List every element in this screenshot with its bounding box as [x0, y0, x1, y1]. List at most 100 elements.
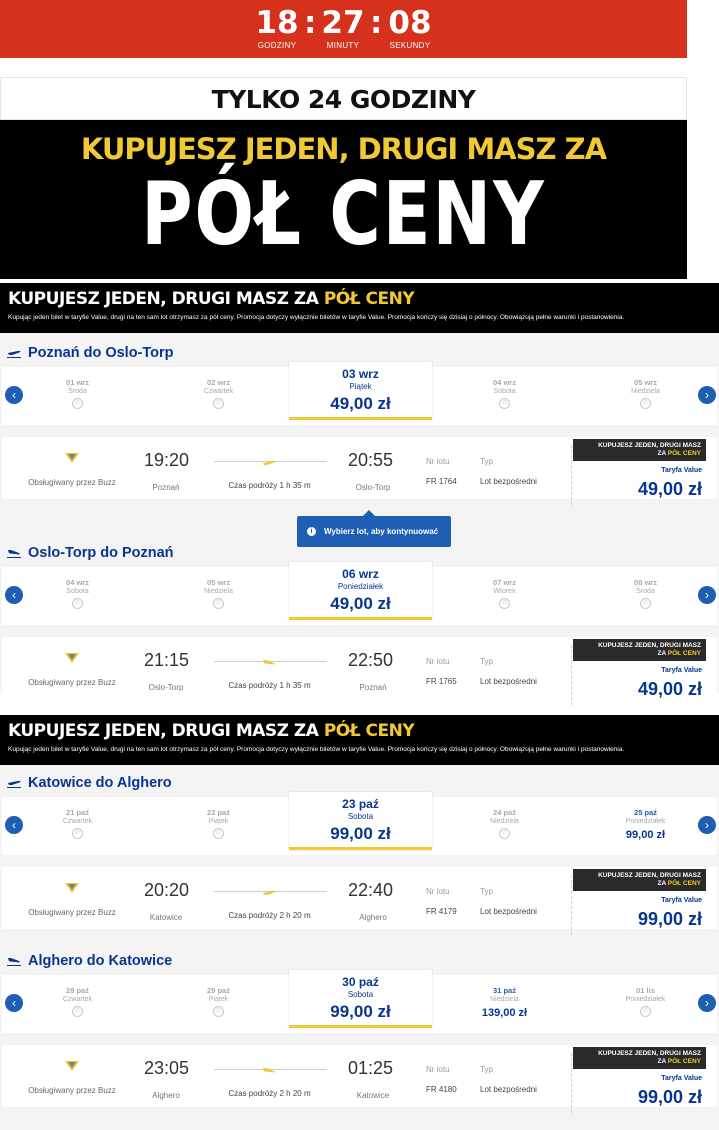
countdown-timer: 18 GODZINY : 27 MINUTY : 08 SEKUNDY — [0, 0, 687, 58]
badge-line-2: ZA PÓŁ CENY — [573, 880, 701, 888]
date-label: 01 wrz — [66, 378, 89, 387]
promo-headline: TYLKO 24 GODZINY — [0, 77, 687, 120]
half-price-badge: KUPUJESZ JEDEN, DRUGI MASZ ZA PÓŁ CENY — [573, 639, 706, 661]
flight-duration: Czas podróży 1 h 35 m — [228, 681, 311, 690]
arrival-time: 01:25 — [348, 1058, 394, 1078]
flight-type: Lot bezpośredni — [480, 477, 537, 486]
weekday-label: Niedziela — [490, 818, 519, 825]
date-cell[interactable]: 06 wrz Poniedziałek 49,00 zł — [289, 562, 432, 620]
date-label: 05 wrz — [207, 578, 230, 587]
flight-card[interactable]: Obsługiwany przez Buzz 23:05 Alghero Czas p… — [2, 1045, 717, 1113]
badge-za: ZA — [657, 880, 666, 887]
date-label: 01 lis — [636, 986, 655, 995]
weekday-label: Piątek — [349, 382, 372, 391]
promo-half-price: PÓŁ CENY — [141, 162, 546, 266]
no-flight-icon: ∅ — [499, 398, 510, 409]
route-title: Katowice do Alghero — [28, 775, 172, 791]
weekday-label: Piątek — [208, 996, 229, 1003]
flight-card[interactable]: Obsługiwany przez Buzz 20:20 Katowice Czas … — [2, 867, 717, 935]
date-label: 04 wrz — [493, 378, 516, 387]
date-cell[interactable]: 24 paź Niedziela ∅ — [434, 797, 575, 855]
no-flight-icon: ∅ — [213, 598, 224, 609]
flight-number: FR 4179 — [426, 907, 457, 916]
fare-price[interactable]: 99,00 zł — [638, 909, 702, 930]
weekday-label: Środa — [636, 588, 655, 595]
half-price-badge: KUPUJESZ JEDEN, DRUGI MASZ ZA PÓŁ CENY — [573, 439, 706, 461]
fare-price[interactable]: 99,00 zł — [638, 1087, 702, 1108]
fare-type: Taryfa Value — [661, 897, 702, 904]
countdown-hours: 18 GODZINY — [253, 6, 301, 50]
countdown-seconds: 08 SEKUNDY — [386, 6, 434, 50]
fare-price[interactable]: 49,00 zł — [638, 679, 702, 700]
date-cell[interactable]: 01 lis Poniedziałek ∅ — [575, 975, 716, 1033]
flight-card[interactable]: Obsługiwany przez Buzz 19:20 Poznań Czas po… — [2, 437, 717, 505]
date-price: 49,00 zł — [330, 594, 391, 613]
date-label: 07 wrz — [493, 578, 516, 587]
card-divider — [571, 1053, 572, 1113]
badge-za: ZA — [657, 1058, 666, 1065]
next-dates-button[interactable]: › — [698, 994, 716, 1012]
badge-za: ZA — [657, 650, 666, 657]
departure-time: 21:15 — [144, 650, 190, 670]
date-price: 99,00 zł — [625, 829, 666, 841]
arrival-plane-icon — [6, 547, 22, 559]
badge-line-2: ZA PÓŁ CENY — [573, 1058, 701, 1066]
date-cell[interactable]: 28 paź Czwartek ∅ — [7, 975, 148, 1033]
date-cell[interactable]: 03 wrz Piątek 49,00 zł — [289, 362, 432, 420]
weekday-label: Niedziela — [204, 588, 233, 595]
banner-title-text: KUPUJESZ JEDEN, DRUGI MASZ ZA — [8, 721, 319, 741]
date-cell[interactable]: 08 wrz Środa ∅ — [575, 567, 716, 625]
flight-plane-icon — [261, 655, 277, 667]
date-cell[interactable]: 21 paź Czwartek ∅ — [7, 797, 148, 855]
arrival-plane-icon — [6, 955, 22, 967]
airline-logo-icon — [64, 651, 80, 663]
date-label: 25 paź — [634, 808, 657, 817]
fare-price[interactable]: 49,00 zł — [638, 479, 702, 500]
departure-plane-icon — [6, 777, 22, 789]
next-dates-button[interactable]: › — [698, 586, 716, 604]
date-cell[interactable]: 25 paź Poniedziałek 99,00 zł — [575, 797, 716, 855]
date-cell[interactable]: 01 wrz Środa ∅ — [7, 367, 148, 425]
date-cell[interactable]: 30 paź Sobota 99,00 zł — [289, 970, 432, 1028]
date-label: 28 paź — [66, 986, 89, 995]
departure-time: 19:20 — [144, 450, 190, 470]
date-cell[interactable]: 05 wrz Niedziela ∅ — [575, 367, 716, 425]
promo-body: KUPUJESZ JEDEN, DRUGI MASZ ZA PÓŁ CENY — [0, 120, 687, 279]
departure-time: 20:20 — [144, 880, 190, 900]
weekday-label: Sobota — [347, 812, 374, 821]
date-price: 139,00 zł — [481, 1007, 528, 1019]
date-cell[interactable]: 23 paź Sobota 99,00 zł — [289, 792, 432, 850]
hours-value: 18 — [255, 5, 299, 41]
card-divider — [571, 875, 572, 935]
badge-line-2: ZA PÓŁ CENY — [573, 650, 701, 658]
promo-banner[interactable]: TYLKO 24 GODZINY KUPUJESZ JEDEN, DRUGI M… — [0, 77, 687, 279]
card-divider — [571, 645, 572, 705]
date-price: 49,00 zł — [330, 394, 391, 413]
weekday-label: Sobota — [493, 388, 516, 395]
next-dates-button[interactable]: › — [698, 816, 716, 834]
date-label: 31 paź — [493, 986, 516, 995]
weekday-label: Niedziela — [490, 996, 519, 1003]
badge-highlight: PÓŁ CENY — [667, 650, 701, 657]
badge-highlight: PÓŁ CENY — [667, 450, 701, 457]
date-carousel: ‹ 21 paź Czwartek ∅ 22 paź Piątek ∅ 23 paź Sobot… — [2, 792, 717, 855]
weekday-label: Wtorek — [493, 588, 516, 595]
date-cell[interactable]: 04 wrz Sobota ∅ — [7, 567, 148, 625]
half-price-badge: KUPUJESZ JEDEN, DRUGI MASZ ZA PÓŁ CENY — [573, 869, 706, 891]
date-cell[interactable]: 29 paź Piątek ∅ — [148, 975, 289, 1033]
date-label: 08 wrz — [634, 578, 657, 587]
date-cell[interactable]: 05 wrz Niedziela ∅ — [148, 567, 289, 625]
next-dates-button[interactable]: › — [698, 386, 716, 404]
date-cell[interactable]: 31 paź Niedziela 139,00 zł — [434, 975, 575, 1033]
flight-number: FR 1765 — [426, 677, 457, 686]
date-cell[interactable]: 07 wrz Wtorek ∅ — [434, 567, 575, 625]
date-cell[interactable]: 22 paź Piątek ∅ — [148, 797, 289, 855]
date-price: 99,00 zł — [330, 1002, 391, 1021]
date-label: 02 wrz — [207, 378, 230, 387]
weekday-label: Czwartek — [62, 818, 93, 825]
flight-card[interactable]: Obsługiwany przez Buzz 21:15 Oslo-Torp Czas… — [2, 637, 717, 705]
date-cell[interactable]: 02 wrz Czwartek ∅ — [148, 367, 289, 425]
date-cell[interactable]: 04 wrz Sobota ∅ — [434, 367, 575, 425]
fare-type: Taryfa Value — [661, 467, 702, 474]
departure-airport: Oslo-Torp — [148, 683, 184, 692]
